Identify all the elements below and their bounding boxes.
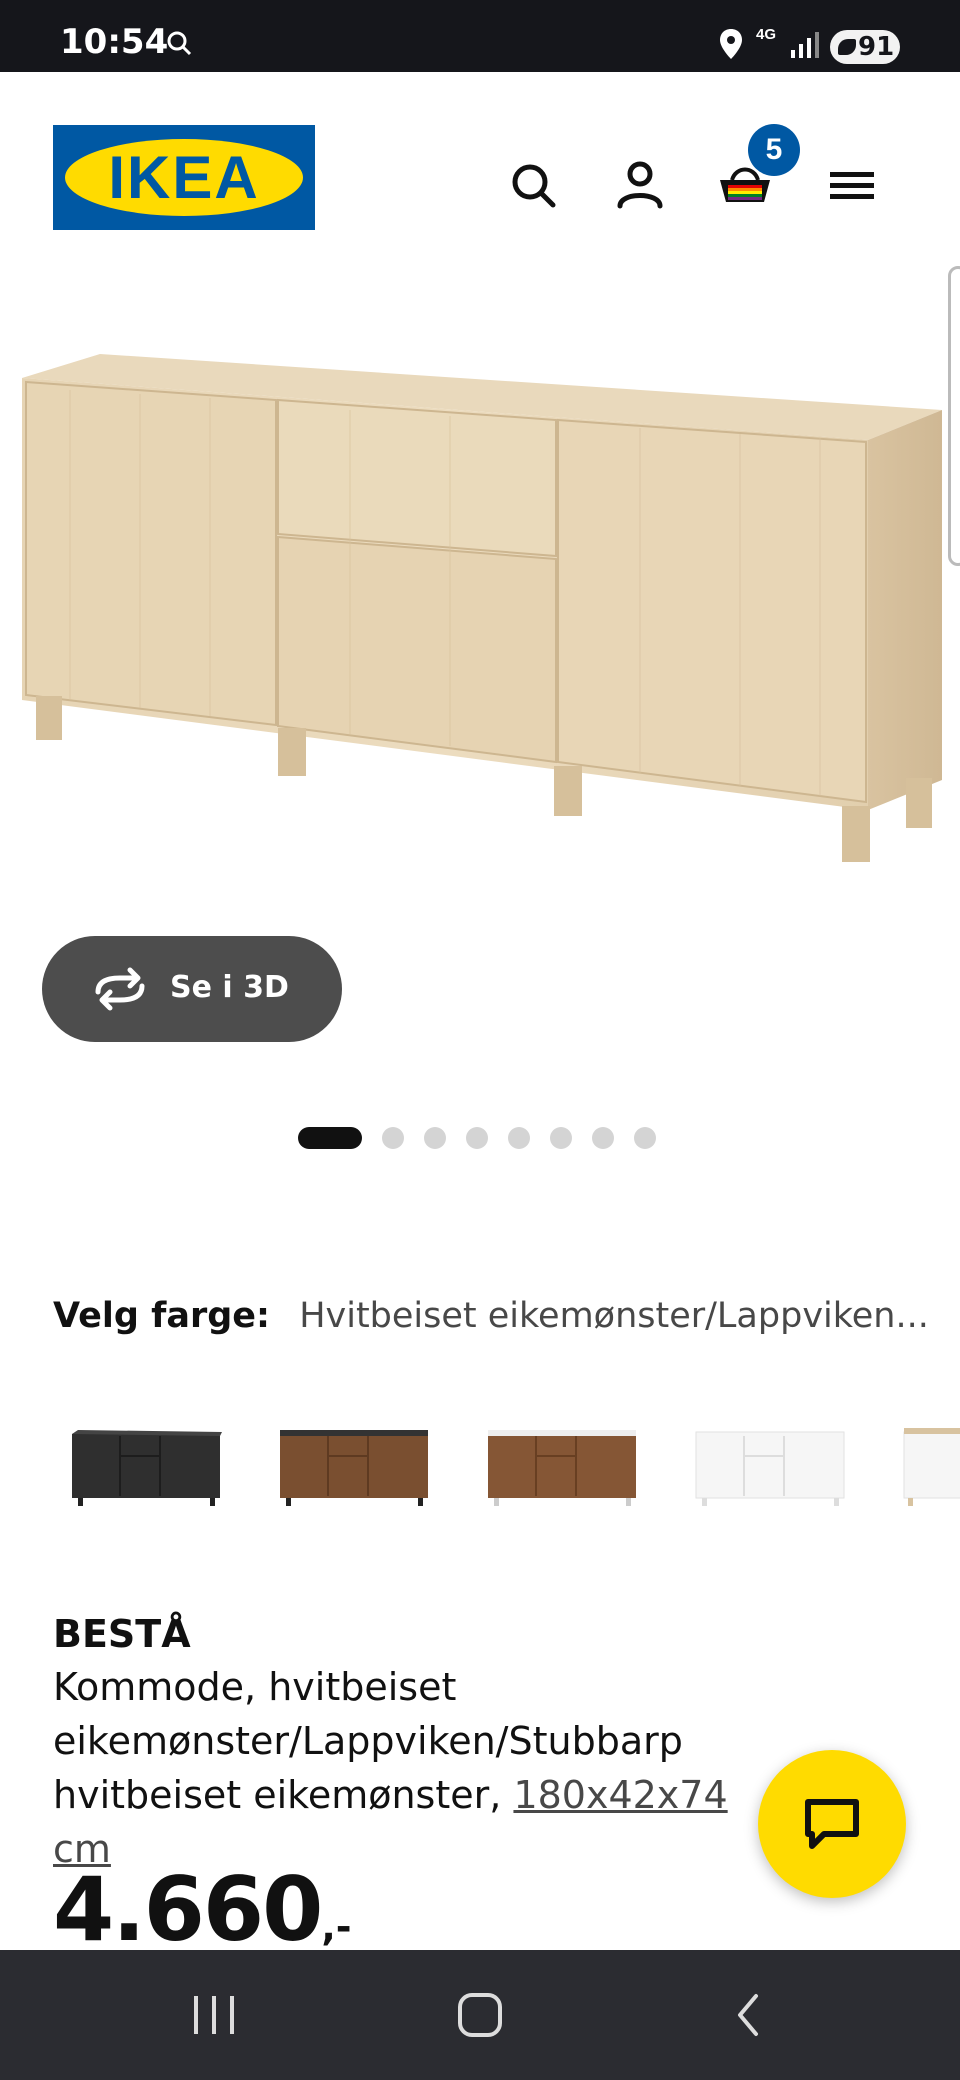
chat-icon [805, 1799, 859, 1849]
color-label: Velg farge: [53, 1296, 271, 1336]
cart-count-badge: 5 [748, 124, 800, 176]
chat-button[interactable] [758, 1750, 906, 1898]
carousel-dot[interactable] [508, 1127, 530, 1149]
product-description: Kommode, hvitbeiset eikemønster/Lappvike… [53, 1660, 793, 1876]
menu-icon[interactable] [820, 152, 886, 218]
logo-oval: IKEA [65, 139, 303, 216]
color-swatches [72, 1428, 960, 1506]
price-suffix: ,- [321, 1905, 352, 1949]
search-icon[interactable] [500, 152, 566, 218]
carousel-dot[interactable] [298, 1127, 362, 1149]
search-status-icon [167, 31, 192, 56]
carousel-dots [298, 1127, 656, 1149]
battery-indicator: 91 [830, 30, 900, 64]
system-nav-bar [0, 1950, 960, 2080]
swatch-black-brown[interactable] [72, 1430, 222, 1506]
color-selector: Velg farge: Hvitbeiset eikemønster/Lappv… [53, 1296, 929, 1336]
color-value: Hvitbeiset eikemønster/Lappviken... [299, 1296, 929, 1336]
ikea-logo[interactable]: IKEA [53, 125, 315, 230]
product-image[interactable] [0, 250, 960, 950]
product-price: 4.660,- [53, 1858, 352, 1961]
rotate-3d-icon [95, 967, 145, 1011]
swatch-white[interactable] [695, 1431, 845, 1506]
status-bar: 10:54 4G 91 [0, 0, 960, 72]
signal-icon [791, 32, 819, 58]
home-icon[interactable] [450, 1990, 510, 2040]
location-icon [720, 29, 742, 59]
carousel-dot[interactable] [424, 1127, 446, 1149]
battery-saver-icon [838, 39, 856, 55]
carousel-dot[interactable] [634, 1127, 656, 1149]
swatch-white-oak[interactable] [903, 1428, 960, 1506]
carousel-dot[interactable] [382, 1127, 404, 1149]
recent-apps-icon[interactable] [184, 1990, 244, 2040]
price-value: 4.660 [53, 1858, 323, 1961]
network-indicator: 4G [756, 26, 777, 43]
view-3d-label: Se i 3D [170, 970, 289, 1005]
carousel-dot[interactable] [592, 1127, 614, 1149]
swatch-walnut-white[interactable] [488, 1430, 636, 1506]
status-time: 10:54 [60, 22, 169, 62]
site-header: IKEA 5 [0, 72, 960, 232]
back-icon[interactable] [720, 1990, 780, 2040]
product-name: BESTÅ [53, 1612, 191, 1656]
view-3d-button[interactable]: Se i 3D [42, 936, 342, 1042]
logo-text: IKEA [108, 144, 260, 211]
battery-level: 91 [858, 32, 895, 62]
carousel-dot[interactable] [466, 1127, 488, 1149]
carousel-dot[interactable] [550, 1127, 572, 1149]
user-icon[interactable] [607, 152, 673, 218]
swatch-walnut-black[interactable] [280, 1430, 428, 1506]
